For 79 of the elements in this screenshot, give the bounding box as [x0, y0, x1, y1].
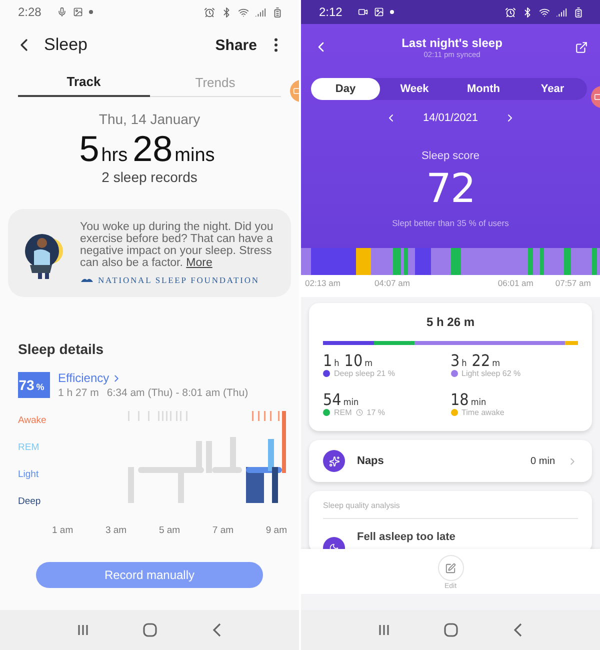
time-tick: 04:07 am: [374, 278, 410, 290]
more-link[interactable]: More: [186, 257, 212, 269]
battery-icon: [573, 6, 584, 18]
dot-icon: [89, 10, 94, 14]
recent-apps-icon[interactable]: [378, 624, 390, 636]
page-title: Last night's sleep: [402, 36, 502, 50]
image-icon: [73, 7, 84, 17]
score-comparison: Slept better than 35 % of users: [392, 218, 509, 228]
score-label: Sleep score: [421, 150, 480, 162]
sleep-score: 72: [426, 166, 475, 212]
total-duration: 5 h 26 m: [425, 315, 476, 329]
sleep-time-range: 6:34 am (Thu) - 8:01 am (Thu): [106, 387, 248, 399]
stage-label: Light sleep 62 %: [462, 369, 521, 378]
share-icon[interactable]: [575, 40, 588, 54]
bluetooth-icon: [221, 6, 232, 18]
page-title: Sleep: [44, 35, 88, 55]
status-time: 2:28: [18, 5, 42, 19]
sleep-length: 1 h 27 m: [58, 387, 99, 399]
tip-text: You woke up during the night. Did you exercise before bed? That can have a negative impact on your sleep. Stress can also be a factor. More: [80, 221, 274, 269]
stage-share: 17 %: [366, 408, 386, 417]
dot-icon: [390, 10, 394, 14]
date-label: Thu, 14 January: [98, 111, 200, 127]
period-tab[interactable]: Week: [380, 78, 449, 100]
time-tick: 06:01 am: [498, 278, 534, 290]
wifi-icon: [539, 6, 550, 18]
analysis-item: Fell asleep too late: [357, 531, 456, 545]
efficiency-badge: 73%: [18, 372, 50, 398]
clock-icon: [356, 409, 363, 416]
stage-duration: 54 min: [323, 392, 360, 408]
alarm-icon: [505, 6, 516, 18]
naps-card[interactable]: Naps 0 min: [309, 440, 592, 482]
naps-label: Naps: [357, 455, 385, 467]
edit-button[interactable]: [438, 555, 464, 581]
stage-duration: 1 h 10 m: [323, 353, 374, 369]
edit-icon: [445, 562, 456, 574]
stage-duration: 18 min: [450, 392, 488, 408]
time-tick: 7 am: [212, 525, 234, 536]
image-icon: [374, 7, 384, 17]
stage-label: REM: [334, 408, 352, 417]
home-icon[interactable]: [444, 623, 458, 637]
signal-icon: [556, 6, 567, 18]
sleep-duration: 5 hrs 28 mins: [79, 131, 216, 167]
foundation-logo-icon: [80, 276, 94, 284]
time-tick: 1 am: [52, 525, 74, 536]
time-tick: 02:13 am: [305, 278, 340, 290]
period-tab[interactable]: Month: [449, 78, 518, 100]
tab[interactable]: Track: [18, 70, 150, 97]
stage-duration: 3 h 22 m: [450, 353, 501, 369]
foundation-name: NATIONAL SLEEP FOUNDATION: [98, 275, 260, 285]
recent-apps-icon[interactable]: [77, 624, 90, 636]
video-icon: [358, 7, 368, 17]
stage-label: Deep: [18, 496, 42, 509]
time-tick: 9 am: [266, 525, 287, 536]
section-title: Sleep details: [17, 341, 105, 357]
date-label: 14/01/2021: [422, 112, 478, 124]
records-label: 2 sleep records: [102, 169, 198, 185]
period-tab[interactable]: Day: [311, 78, 380, 100]
stage-label: REM: [18, 442, 40, 455]
wifi-icon: [238, 6, 249, 18]
stage-label: Light: [18, 469, 40, 482]
period-tab[interactable]: Year: [518, 78, 587, 100]
efficiency-link[interactable]: Efficiency: [58, 371, 248, 385]
time-tick: 5 am: [158, 525, 180, 536]
stage-label: Deep sleep 21 %: [334, 369, 395, 378]
status-time: 2:12: [319, 5, 342, 19]
naps-value: 0 min: [530, 456, 555, 466]
microphone-icon: [57, 7, 68, 17]
stage-label: Awake: [18, 415, 48, 428]
battery-icon: [272, 6, 283, 18]
home-icon[interactable]: [143, 623, 158, 637]
time-tick: 3 am: [105, 525, 127, 536]
analysis-title: Sleep quality analysis: [323, 501, 578, 519]
time-tick: 07:57 am: [555, 278, 591, 290]
signal-icon: [255, 6, 266, 18]
sparkle-icon: [323, 450, 345, 472]
share-button[interactable]: Share: [215, 36, 257, 54]
stage-label: Time awake: [462, 408, 504, 417]
alarm-icon: [204, 6, 215, 18]
bluetooth-icon: [522, 6, 533, 18]
